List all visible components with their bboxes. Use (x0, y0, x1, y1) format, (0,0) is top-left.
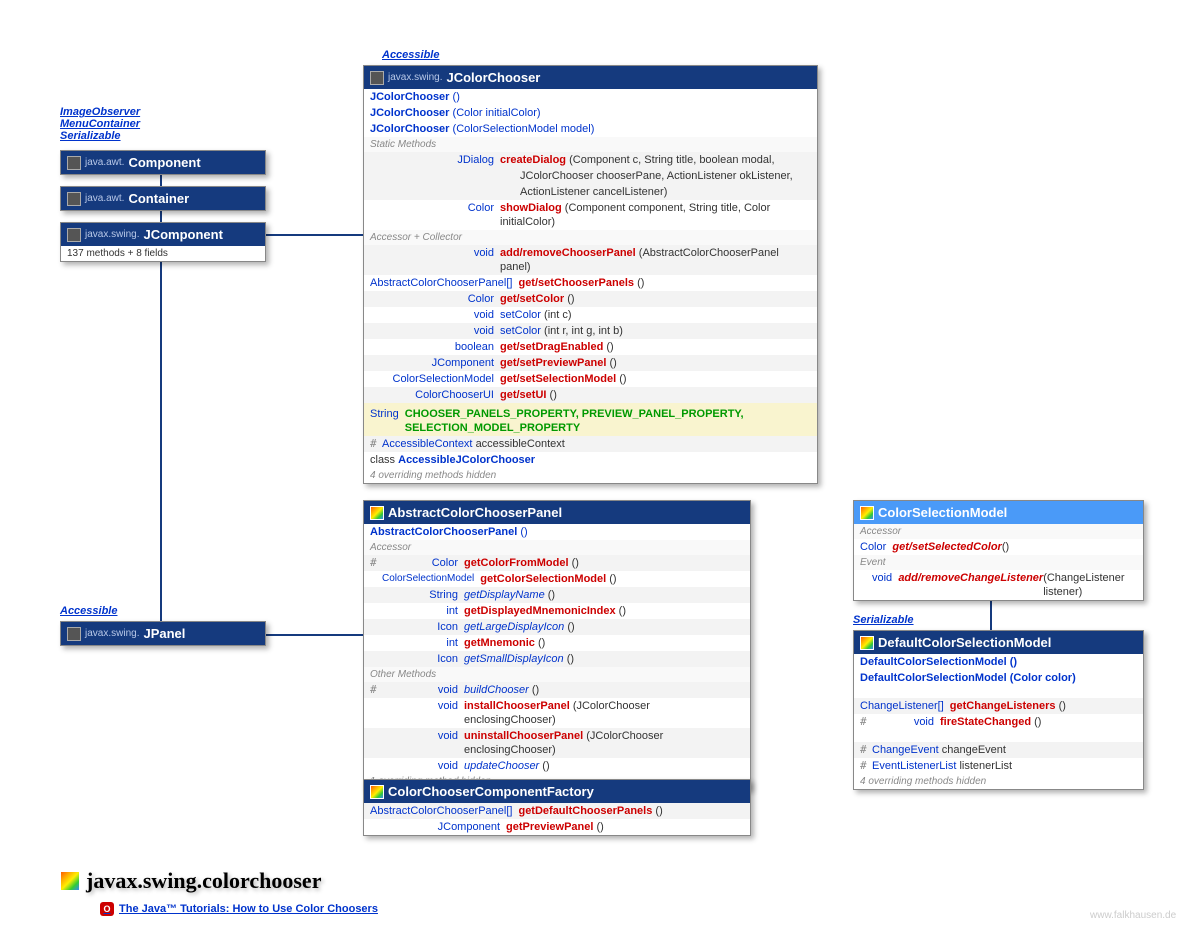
class-jcomponent: javax.swing.JComponent 137 methods + 8 f… (60, 222, 266, 262)
oracle-icon: O (100, 902, 114, 916)
class-colorchoosercomponentfactory: ColorChooserComponentFactory AbstractCol… (363, 779, 751, 836)
interface-label-accessible: Accessible (382, 49, 439, 61)
class-icon (67, 228, 81, 242)
class-jpanel: javax.swing.JPanel (60, 621, 266, 646)
connector (264, 234, 364, 236)
package-icon (60, 871, 80, 891)
class-icon (370, 506, 384, 520)
class-abstractcolorchooserpanel: AbstractColorChooserPanel AbstractColorC… (363, 500, 751, 790)
package-title: javax.swing.colorchooser (60, 868, 321, 894)
interface-label: ImageObserver MenuContainer Serializable (60, 106, 140, 142)
class-icon (860, 636, 874, 650)
connector (264, 634, 364, 636)
class-component: java.awt.Component (60, 150, 266, 175)
class-jcolorchooser: javax.swing.JColorChooser JColorChooser … (363, 65, 818, 484)
class-icon (67, 627, 81, 641)
tutorial-link[interactable]: O The Java™ Tutorials: How to Use Color … (100, 902, 378, 916)
interface-label-accessible: Accessible (60, 605, 117, 617)
class-icon (67, 192, 81, 206)
interface-label-serializable: Serializable (853, 614, 914, 626)
watermark: www.falkhausen.de (1090, 910, 1176, 921)
interface-colorselectionmodel: ColorSelectionModel Accessor Color get/s… (853, 500, 1144, 601)
method-count: 137 methods + 8 fields (61, 246, 265, 261)
class-icon (370, 71, 384, 85)
class-container: java.awt.Container (60, 186, 266, 211)
interface-icon (860, 506, 874, 520)
class-icon (370, 785, 384, 799)
class-icon (67, 156, 81, 170)
class-defaultcolorselectionmodel: DefaultColorSelectionModel DefaultColorS… (853, 630, 1144, 790)
